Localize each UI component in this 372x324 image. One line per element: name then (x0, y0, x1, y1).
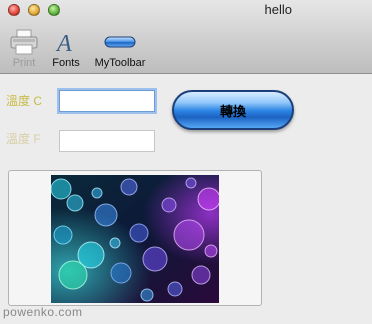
celsius-label: 溫度 C (6, 94, 43, 108)
svg-text:A: A (55, 31, 72, 55)
printer-icon (10, 29, 38, 55)
toolbar-mytoolbar[interactable]: MyToolbar (88, 28, 152, 69)
title-bar: hello Print A Fonts MyToolbar (0, 0, 372, 74)
watermark-text: powenko.com (3, 305, 83, 319)
app-window: hello Print A Fonts MyToolbar 溫度 C 溫度 F … (0, 0, 372, 324)
fahrenheit-input[interactable] (59, 130, 155, 152)
toolbar-print[interactable]: Print (4, 28, 44, 69)
fahrenheit-label: 溫度 F (6, 132, 41, 146)
toolbar-mytoolbar-label: MyToolbar (94, 57, 146, 69)
window-title: hello (264, 2, 292, 17)
bokeh-lights-image (51, 175, 219, 303)
celsius-input[interactable] (59, 90, 155, 112)
toolbar-fonts-label: Fonts (52, 57, 80, 69)
toolbar-print-label: Print (12, 57, 36, 69)
pill-icon (104, 36, 136, 48)
toolbar-fonts[interactable]: A Fonts (48, 28, 84, 69)
convert-button[interactable]: 轉換 (172, 90, 294, 130)
fonts-icon: A (55, 31, 72, 55)
